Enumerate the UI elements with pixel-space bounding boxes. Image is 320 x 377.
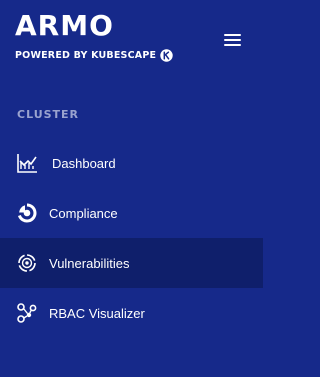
nav-label-vulnerabilities: Vulnerabilities xyxy=(49,255,130,271)
nav-item-dashboard[interactable]: Dashboard xyxy=(0,138,263,188)
nav-item-rbac-visualizer[interactable]: RBAC Visualizer xyxy=(0,288,263,338)
vulnerabilities-target-icon xyxy=(18,254,36,272)
nav-item-compliance[interactable]: Compliance xyxy=(0,188,263,238)
nav-label-dashboard: Dashboard xyxy=(52,155,116,171)
nav-label-compliance: Compliance xyxy=(49,205,118,221)
section-title-cluster: CLUSTER xyxy=(17,108,80,121)
dashboard-chart-icon xyxy=(17,154,37,173)
logo-text: ARMO xyxy=(15,9,114,42)
nav-list: Dashboard Compliance Vulnerabilities RBA… xyxy=(0,138,263,338)
tagline-text: POWERED BY KUBESCAPE xyxy=(15,49,157,61)
hamburger-menu-icon[interactable] xyxy=(224,33,242,47)
compliance-pie-icon xyxy=(17,203,37,223)
sidebar: ARMO POWERED BY KUBESCAPE CLUSTER Dashbo… xyxy=(0,0,263,377)
armo-logo[interactable]: ARMO xyxy=(15,11,114,41)
kubescape-icon xyxy=(160,49,173,62)
rbac-graph-icon xyxy=(17,303,37,323)
nav-label-rbac-visualizer: RBAC Visualizer xyxy=(49,305,145,321)
nav-item-vulnerabilities[interactable]: Vulnerabilities xyxy=(0,238,263,288)
powered-by-tagline: POWERED BY KUBESCAPE xyxy=(15,49,173,62)
